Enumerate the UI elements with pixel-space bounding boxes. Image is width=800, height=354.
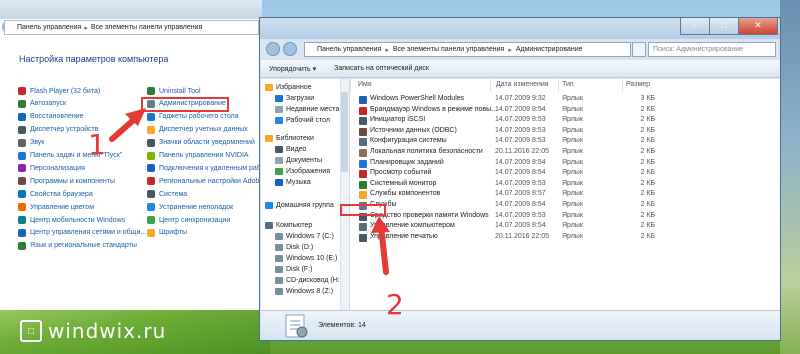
watermark-text: windwix.ru (48, 319, 167, 343)
site-watermark: □ windwix.ru (20, 319, 166, 343)
watermark-logo-icon: □ (20, 320, 42, 342)
step-number-1: 1 (88, 128, 106, 161)
step-number-2: 2 (386, 288, 404, 321)
arrow-1 (109, 108, 146, 142)
arrow-2 (371, 216, 390, 275)
